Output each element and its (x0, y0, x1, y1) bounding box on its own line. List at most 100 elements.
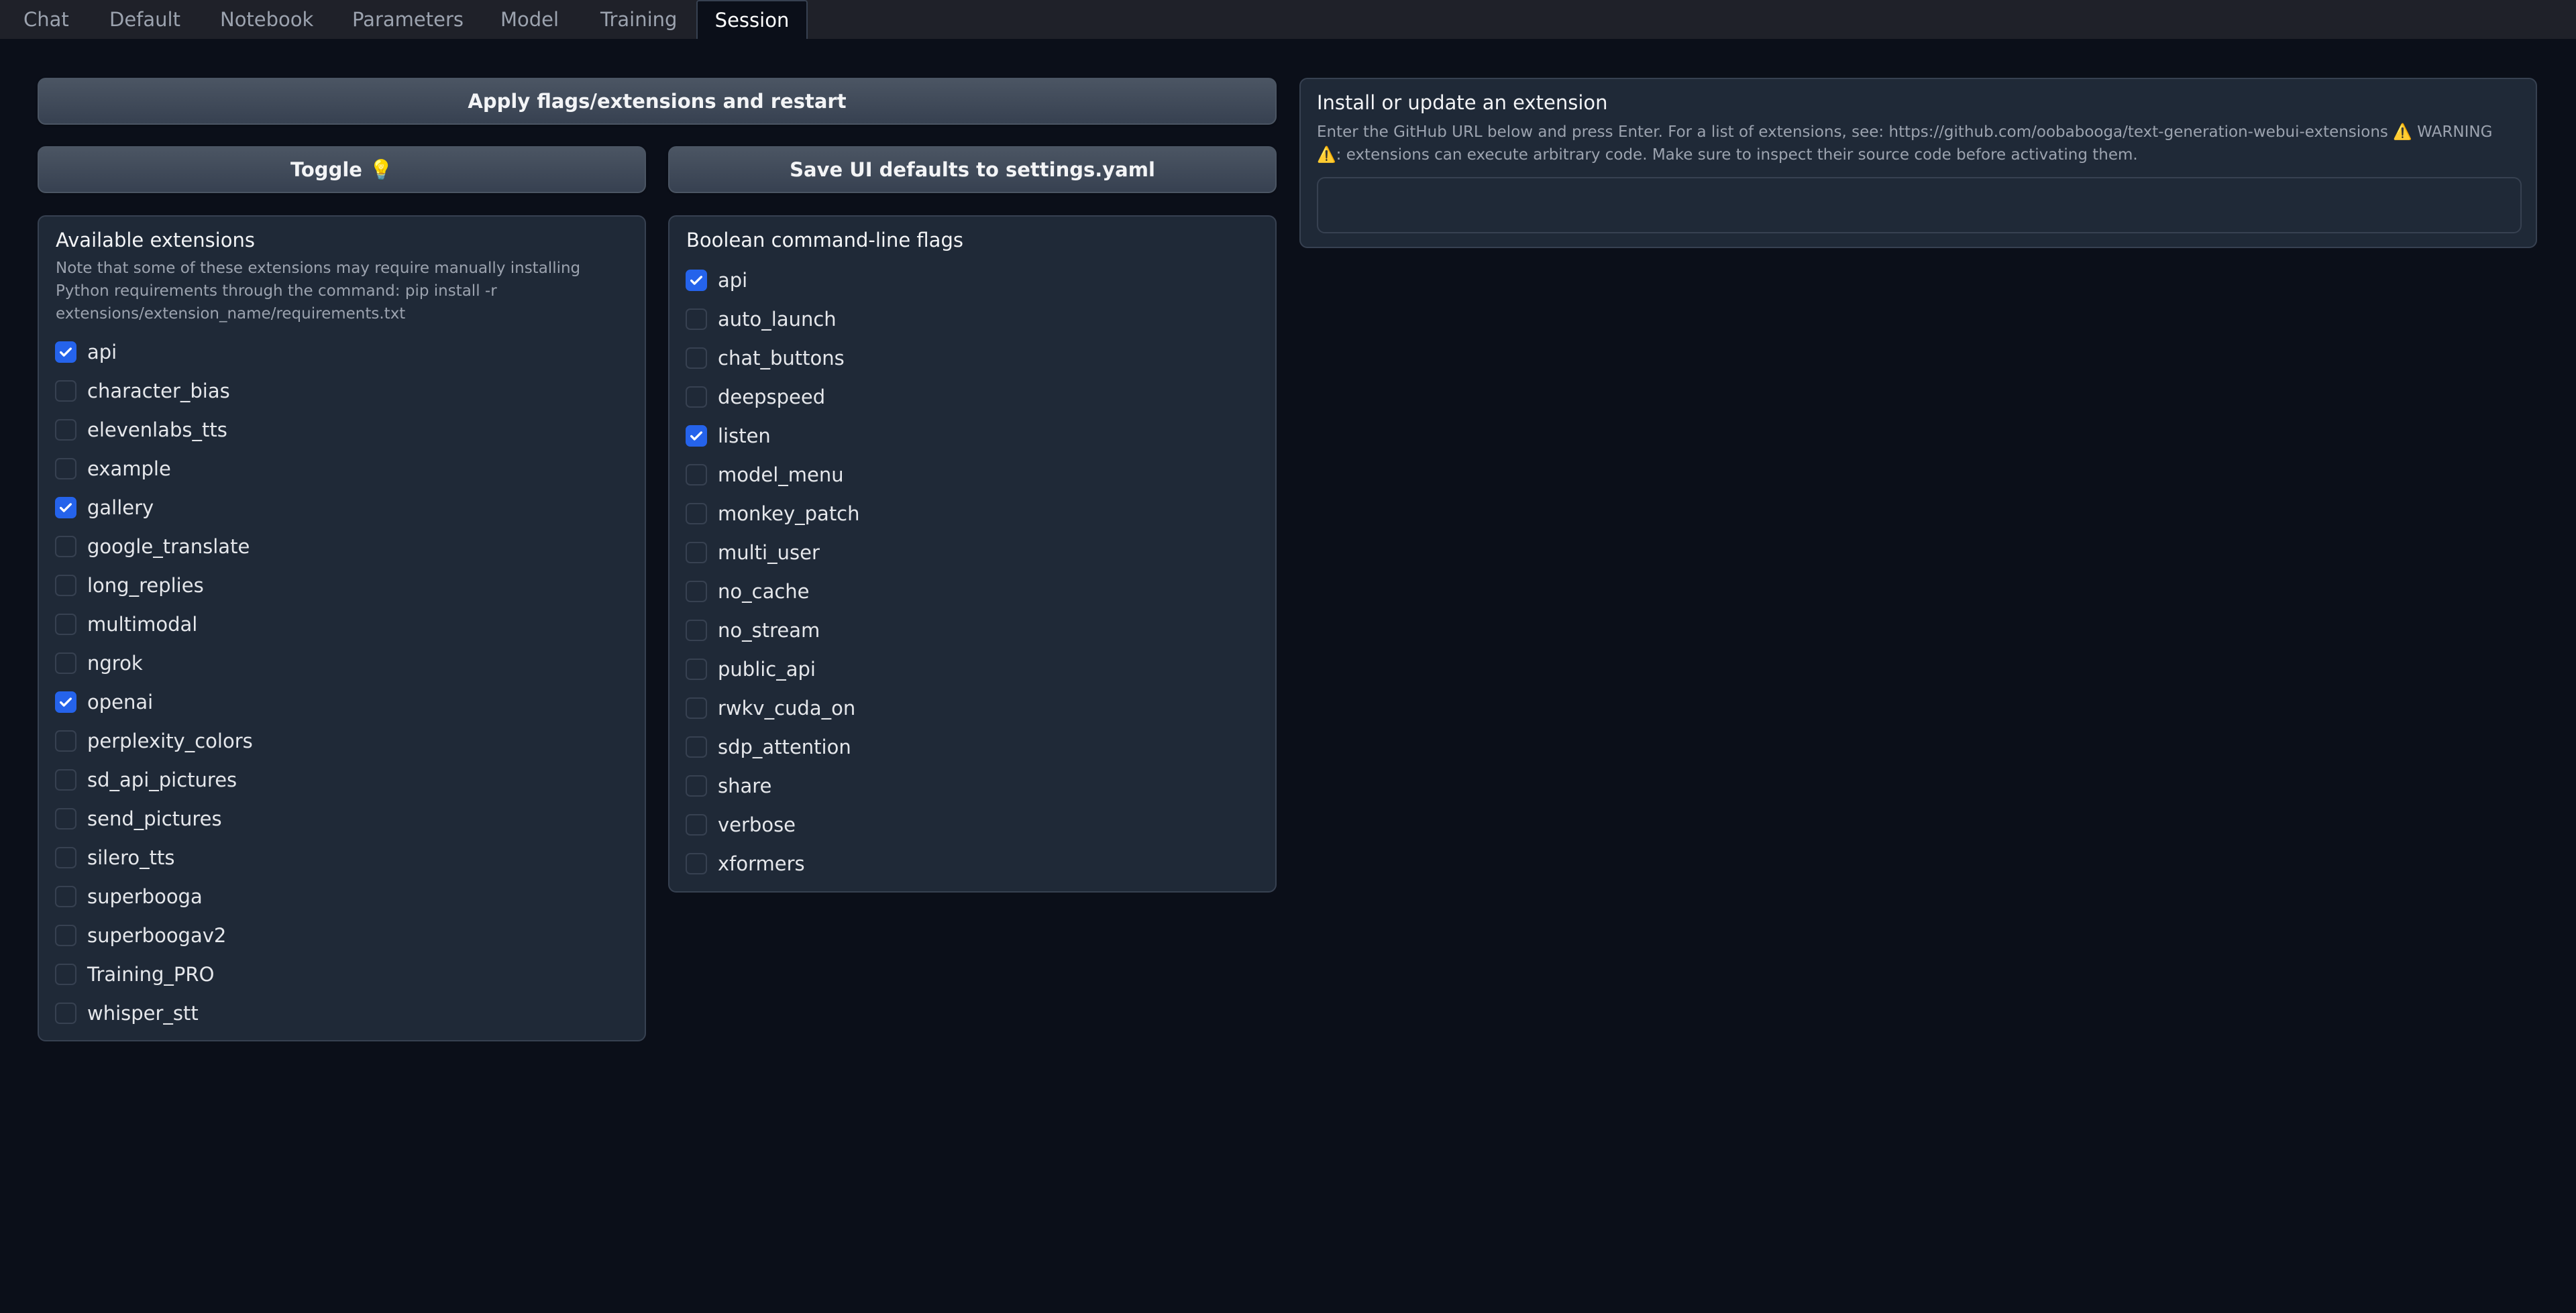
extension-checkbox[interactable] (55, 964, 76, 985)
tab-training[interactable]: Training (600, 0, 677, 39)
extension-training-pro[interactable]: Training_PRO (55, 955, 629, 994)
flag-rwkv-cuda-on[interactable]: rwkv_cuda_on (686, 689, 1259, 728)
extension-checkbox[interactable] (55, 730, 76, 752)
extension-silero-tts[interactable]: silero_tts (55, 838, 629, 877)
checkbox-label: ngrok (87, 652, 143, 675)
checkbox-label: share (718, 775, 772, 797)
extension-send-pictures[interactable]: send_pictures (55, 799, 629, 838)
flag-chat-buttons[interactable]: chat_buttons (686, 339, 1259, 378)
flag-no-stream[interactable]: no_stream (686, 611, 1259, 650)
extension-checkbox[interactable] (55, 458, 76, 479)
flag-multi-user[interactable]: multi_user (686, 533, 1259, 572)
checkbox-label: perplexity_colors (87, 730, 253, 752)
tab-session[interactable]: Session (696, 0, 808, 39)
checkbox-label: no_cache (718, 580, 810, 603)
toggle-button[interactable]: Toggle 💡 (38, 146, 646, 193)
extension-checkbox[interactable] (55, 808, 76, 830)
flag-xformers[interactable]: xformers (686, 844, 1259, 883)
warning-icon: ⚠️ (2393, 123, 2412, 141)
checkbox-label: whisper_stt (87, 1002, 199, 1025)
extension-url-input[interactable] (1317, 177, 2522, 233)
extension-sd-api-pictures[interactable]: sd_api_pictures (55, 760, 629, 799)
extensions-panel: Available extensions Note that some of t… (38, 215, 646, 1041)
extension-checkbox[interactable] (55, 847, 76, 868)
checkbox-label: no_stream (718, 619, 820, 642)
checkbox-label: deepspeed (718, 386, 826, 408)
checkmark-icon (60, 503, 72, 512)
checkbox-label: silero_tts (87, 846, 175, 869)
flag-verbose[interactable]: verbose (686, 805, 1259, 844)
flag-checkbox[interactable] (686, 581, 707, 602)
extension-checkbox[interactable] (55, 536, 76, 557)
checkbox-label: character_bias (87, 380, 230, 402)
flag-listen[interactable]: listen (686, 416, 1259, 455)
extension-multimodal[interactable]: multimodal (55, 605, 629, 644)
checkbox-label: gallery (87, 496, 154, 519)
flag-no-cache[interactable]: no_cache (686, 572, 1259, 611)
flag-checkbox[interactable] (686, 308, 707, 330)
flag-checkbox[interactable] (686, 542, 707, 563)
flag-sdp-attention[interactable]: sdp_attention (686, 728, 1259, 766)
flag-monkey-patch[interactable]: monkey_patch (686, 494, 1259, 533)
flag-api[interactable]: api (686, 261, 1259, 300)
flag-checkbox[interactable] (686, 659, 707, 680)
checkbox-label: multi_user (718, 541, 820, 564)
tab-model[interactable]: Model (500, 0, 559, 39)
flag-checkbox[interactable] (686, 853, 707, 874)
flags-title: Boolean command-line flags (686, 229, 963, 251)
flag-checkbox[interactable] (686, 697, 707, 719)
extension-google-translate[interactable]: google_translate (55, 527, 629, 566)
extension-checkbox[interactable] (55, 575, 76, 596)
extension-checkbox[interactable] (55, 769, 76, 791)
flag-checkbox[interactable] (686, 464, 707, 486)
flag-checkbox[interactable] (686, 270, 707, 291)
checkbox-label: openai (87, 691, 154, 713)
extension-perplexity-colors[interactable]: perplexity_colors (55, 722, 629, 760)
flag-model-menu[interactable]: model_menu (686, 455, 1259, 494)
flag-public-api[interactable]: public_api (686, 650, 1259, 689)
flag-checkbox[interactable] (686, 425, 707, 447)
extension-checkbox[interactable] (55, 691, 76, 713)
flag-checkbox[interactable] (686, 620, 707, 641)
flag-checkbox[interactable] (686, 386, 707, 408)
tab-chat[interactable]: Chat (23, 0, 69, 39)
extension-superboogav2[interactable]: superboogav2 (55, 916, 629, 955)
extension-checkbox[interactable] (55, 1003, 76, 1024)
flag-checkbox[interactable] (686, 503, 707, 524)
flag-auto-launch[interactable]: auto_launch (686, 300, 1259, 339)
checkmark-icon (60, 347, 72, 357)
extension-character-bias[interactable]: character_bias (55, 372, 629, 410)
extension-gallery[interactable]: gallery (55, 488, 629, 527)
extension-checkbox[interactable] (55, 614, 76, 635)
flag-checkbox[interactable] (686, 775, 707, 797)
extension-long-replies[interactable]: long_replies (55, 566, 629, 605)
flag-checkbox[interactable] (686, 814, 707, 836)
flag-deepspeed[interactable]: deepspeed (686, 378, 1259, 416)
extension-example[interactable]: example (55, 449, 629, 488)
flag-share[interactable]: share (686, 766, 1259, 805)
install-description-text-2: : extensions can execute arbitrary code.… (1336, 146, 2138, 164)
extension-checkbox[interactable] (55, 886, 76, 907)
checkbox-label: api (718, 269, 748, 292)
flag-checkbox[interactable] (686, 736, 707, 758)
tab-parameters[interactable]: Parameters (352, 0, 464, 39)
extension-api[interactable]: api (55, 333, 629, 372)
tab-notebook[interactable]: Notebook (220, 0, 313, 39)
tab-default[interactable]: Default (109, 0, 180, 39)
extension-checkbox[interactable] (55, 497, 76, 518)
extension-checkbox[interactable] (55, 925, 76, 946)
extension-checkbox[interactable] (55, 380, 76, 402)
extension-superbooga[interactable]: superbooga (55, 877, 629, 916)
extension-checkbox[interactable] (55, 419, 76, 441)
extension-checkbox[interactable] (55, 341, 76, 363)
apply-restart-button[interactable]: Apply flags/extensions and restart (38, 78, 1277, 125)
extension-openai[interactable]: openai (55, 683, 629, 722)
save-ui-defaults-button[interactable]: Save UI defaults to settings.yaml (668, 146, 1277, 193)
checkmark-icon (60, 697, 72, 707)
extension-ngrok[interactable]: ngrok (55, 644, 629, 683)
extension-whisper-stt[interactable]: whisper_stt (55, 994, 629, 1033)
install-extension-description: Enter the GitHub URL below and press Ent… (1317, 121, 2518, 166)
extension-checkbox[interactable] (55, 652, 76, 674)
flag-checkbox[interactable] (686, 347, 707, 369)
extension-elevenlabs-tts[interactable]: elevenlabs_tts (55, 410, 629, 449)
